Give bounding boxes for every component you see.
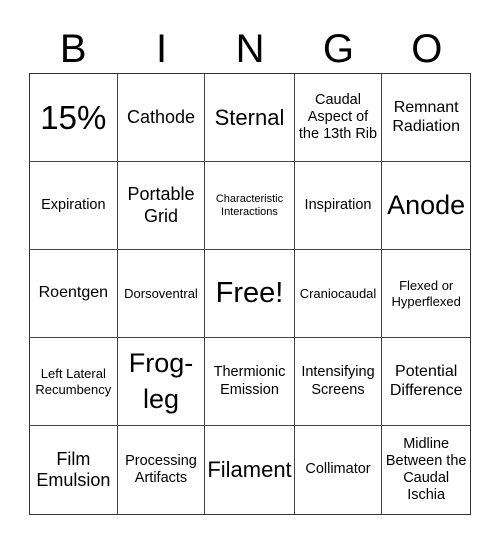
bingo-cell[interactable]: Inspiration	[294, 162, 383, 250]
bingo-cell[interactable]: Thermionic Emission	[205, 338, 295, 426]
bingo-cell[interactable]: Roentgen	[30, 250, 118, 338]
bingo-cell[interactable]: Sternal	[205, 74, 295, 162]
bingo-cell-label: Filament	[207, 457, 292, 483]
bingo-cell[interactable]: Potential Difference	[382, 338, 470, 426]
bingo-cell-label: Characteristic Interactions	[215, 192, 284, 218]
bingo-cell[interactable]: Left Lateral Recumbency	[30, 338, 118, 426]
free-space-cell[interactable]: Free!	[205, 250, 295, 338]
bingo-cell-label: Caudal Aspect of the 13th Rib	[298, 91, 378, 143]
bingo-cell-label: Cathode	[126, 106, 196, 127]
bingo-cell-label: Flexed or Hyperflexed	[391, 278, 461, 309]
bingo-cell[interactable]: Film Emulsion	[30, 426, 118, 514]
bingo-cell[interactable]: Intensifying Screens	[294, 338, 383, 426]
bingo-header: B I N G O	[29, 26, 471, 72]
bingo-cell-label: Roentgen	[38, 284, 109, 302]
bingo-cell-label: Processing Artifacts	[125, 452, 197, 486]
header-letter-n: N	[235, 27, 265, 71]
bingo-cell-label: Free!	[215, 277, 284, 310]
bingo-cell[interactable]: Expiration	[30, 162, 118, 250]
bingo-cell-label: Frog-leg	[128, 348, 194, 414]
bingo-cell-label: Thermionic Emission	[213, 364, 286, 398]
bingo-cell[interactable]: Frog-leg	[117, 338, 206, 426]
header-letter-b: B	[59, 27, 87, 71]
bingo-cell-label: 15%	[40, 98, 107, 136]
bingo-cell[interactable]: Caudal Aspect of the 13th Rib	[294, 74, 383, 162]
bingo-cell-label: Potential Difference	[389, 362, 463, 399]
header-letter-g: G	[322, 27, 354, 71]
bingo-cell-label: Left Lateral Recumbency	[35, 366, 112, 397]
bingo-cell[interactable]: Collimator	[295, 426, 383, 514]
bingo-cell[interactable]: Characteristic Interactions	[205, 162, 295, 250]
bingo-cell[interactable]: Flexed or Hyperflexed	[382, 250, 470, 338]
bingo-cell-label: Midline Between the Caudal Ischia	[385, 435, 467, 504]
bingo-card-grid: 15% Cathode Sternal Caudal Aspect of the 13…	[29, 73, 471, 515]
bingo-cell-label: Expiration	[41, 196, 106, 213]
bingo-cell-label: Remnant Radiation	[392, 98, 460, 135]
header-letter-i: I	[156, 27, 168, 71]
bingo-cell-label: Collimator	[305, 461, 371, 478]
bingo-cell-label: Sternal	[214, 104, 285, 130]
bingo-cell-label: Film Emulsion	[36, 448, 111, 490]
bingo-cell[interactable]: Craniocaudal	[294, 250, 383, 338]
bingo-cell[interactable]: Filament	[205, 426, 295, 514]
bingo-cell[interactable]: 15%	[30, 74, 118, 162]
bingo-cell[interactable]: Cathode	[117, 74, 206, 162]
bingo-cell-label: Portable Grid	[127, 184, 195, 226]
bingo-cell-label: Craniocaudal	[299, 285, 377, 301]
bingo-cell[interactable]: Anode	[382, 162, 470, 250]
bingo-cell-label: Anode	[387, 189, 466, 220]
bingo-cell[interactable]: Portable Grid	[117, 162, 206, 250]
bingo-cell[interactable]: Dorsoventral	[117, 250, 206, 338]
bingo-cell-label: Inspiration	[304, 196, 372, 213]
bingo-cell[interactable]: Midline Between the Caudal Ischia	[382, 426, 470, 514]
bingo-cell-label: Intensifying Screens	[301, 364, 375, 398]
bingo-cell[interactable]: Remnant Radiation	[382, 74, 470, 162]
header-letter-o: O	[411, 27, 443, 71]
bingo-cell-label: Dorsoventral	[124, 285, 198, 301]
bingo-cell[interactable]: Processing Artifacts	[118, 426, 206, 514]
